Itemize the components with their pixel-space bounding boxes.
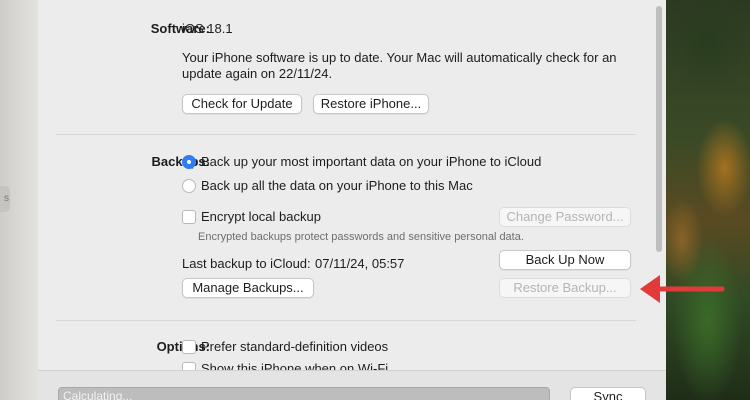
red-arrow-annotation [640, 275, 725, 303]
desktop-wallpaper [665, 0, 750, 400]
check-for-update-button[interactable]: Check for Update [182, 94, 302, 114]
back-up-now-button[interactable]: Back Up Now [499, 250, 631, 270]
manage-backups-button[interactable]: Manage Backups... [182, 278, 314, 298]
sidebar-resize-handle[interactable]: s [0, 186, 10, 212]
prefer-sd-label[interactable]: Prefer standard-definition videos [201, 339, 388, 354]
restore-iphone-button[interactable]: Restore iPhone... [313, 94, 429, 114]
last-backup-label: Last backup to iCloud: [182, 256, 311, 271]
software-status-line2: update again on 22/11/24. [182, 66, 333, 81]
encrypt-backup-label[interactable]: Encrypt local backup [201, 209, 321, 224]
encrypt-backup-checkbox[interactable] [182, 210, 196, 224]
sync-button[interactable]: Sync [570, 387, 646, 400]
change-password-button[interactable]: Change Password... [499, 207, 631, 227]
backup-icloud-radio[interactable] [182, 155, 196, 169]
software-version: iOS 18.1 [182, 21, 233, 36]
software-status-line1: Your iPhone software is up to date. Your… [182, 50, 617, 65]
section-divider [56, 134, 636, 135]
backup-mac-label[interactable]: Back up all the data on your iPhone to t… [201, 178, 473, 193]
storage-progress-bar: Calculating... [58, 387, 550, 400]
last-backup-value: 07/11/24, 05:57 [315, 256, 405, 271]
prefer-sd-checkbox[interactable] [182, 340, 196, 354]
vertical-scrollbar[interactable] [652, 0, 666, 370]
iphone-general-panel: Software: iOS 18.1 Your iPhone software … [38, 0, 666, 400]
encrypt-note: Encrypted backups protect passwords and … [198, 231, 524, 243]
backup-mac-radio[interactable] [182, 179, 196, 193]
section-divider [56, 320, 636, 321]
scrollbar-thumb[interactable] [656, 6, 662, 252]
restore-backup-button[interactable]: Restore Backup... [499, 278, 631, 298]
backup-icloud-label[interactable]: Back up your most important data on your… [201, 154, 541, 169]
footer-bar: Calculating... Sync [38, 370, 666, 400]
